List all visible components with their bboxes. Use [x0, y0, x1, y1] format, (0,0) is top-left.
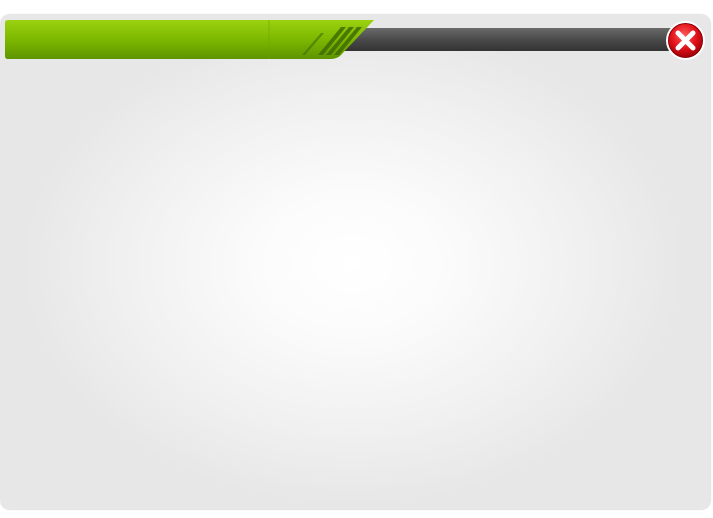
close-icon [666, 21, 705, 60]
titlebar-graphic [5, 20, 680, 59]
titlebar-green-tab[interactable] [5, 20, 374, 59]
close-button[interactable] [665, 20, 706, 61]
dialog-window [0, 14, 711, 510]
titlebar [0, 0, 713, 62]
window-content [6, 76, 706, 518]
titlebar-dark-strip [330, 28, 680, 51]
